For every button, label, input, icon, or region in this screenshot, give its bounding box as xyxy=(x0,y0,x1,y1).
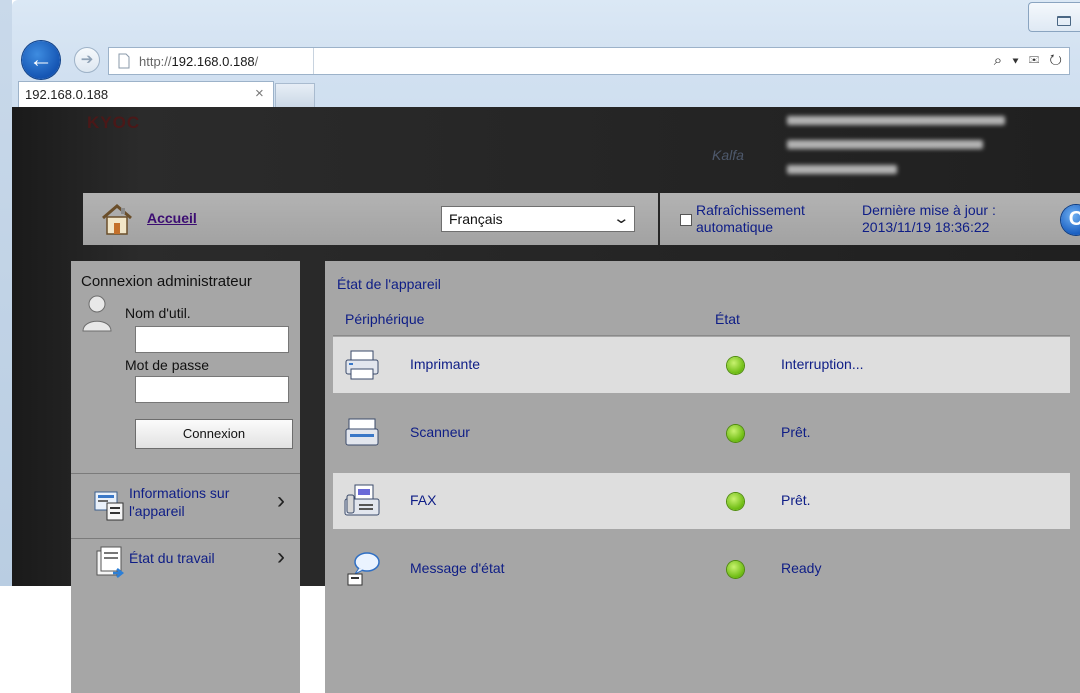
nav-device-info-line1: Informations sur xyxy=(129,485,230,501)
nav-job-status-label: État du travail xyxy=(129,550,215,566)
password-input[interactable] xyxy=(135,376,289,403)
tab-close-icon[interactable]: × xyxy=(255,85,264,102)
device-row-status-message: Message d'état Ready xyxy=(333,541,1070,597)
status-message-icon xyxy=(347,552,380,586)
restore-icon xyxy=(1057,16,1071,26)
home-link[interactable]: Accueil xyxy=(147,210,197,226)
auto-refresh-label: Rafraîchissement automatique xyxy=(696,202,805,236)
device-row-printer: Imprimante Interruption... xyxy=(333,337,1070,393)
device-name: Scanneur xyxy=(410,424,470,440)
status-indicator xyxy=(727,425,744,442)
scanner-icon xyxy=(345,418,379,446)
device-status: Interruption... xyxy=(781,356,864,372)
header-divider xyxy=(333,335,1070,336)
username-input[interactable] xyxy=(135,326,289,353)
job-status-icon xyxy=(96,546,125,578)
new-tab-button[interactable] xyxy=(275,83,315,107)
header-divider xyxy=(658,193,660,245)
nav-divider xyxy=(71,538,300,539)
column-header-device: Périphérique xyxy=(345,311,425,327)
nav-divider xyxy=(71,473,300,474)
address-bar[interactable]: http://192.168.0.188/ ⌕ ▾ ✉ ↻ xyxy=(108,47,1070,75)
language-select[interactable]: Français ⌄ xyxy=(441,206,635,232)
auto-refresh-label-line2: automatique xyxy=(696,219,774,235)
device-name: FAX xyxy=(410,492,437,508)
printer-icon xyxy=(345,350,379,380)
device-status: Prêt. xyxy=(781,492,811,508)
login-button[interactable]: Connexion xyxy=(135,419,293,449)
user-avatar-icon xyxy=(82,295,112,332)
header-bar: Accueil Français ⌄ Rafraîchissement auto… xyxy=(83,193,1080,245)
device-status-title: État de l'appareil xyxy=(337,276,441,292)
language-value: Français xyxy=(449,211,503,227)
chevron-down-icon: ⌄ xyxy=(612,210,631,227)
back-button[interactable]: ← xyxy=(22,41,60,79)
password-label: Mot de passe xyxy=(125,357,210,373)
restore-window-button[interactable] xyxy=(1028,2,1080,32)
auto-refresh-checkbox[interactable] xyxy=(680,214,692,226)
auto-refresh-label-line1: Rafraîchissement xyxy=(696,202,805,218)
desktop-background xyxy=(0,0,12,586)
username-label: Nom d'util. xyxy=(125,305,191,321)
tab-title: 192.168.0.188 xyxy=(25,87,109,102)
nav-job-status[interactable]: État du travail › xyxy=(71,541,300,601)
column-header-state: État xyxy=(715,311,740,327)
device-row-fax: FAX Prêt. xyxy=(333,473,1070,529)
admin-login-title: Connexion administrateur xyxy=(81,273,252,290)
status-indicator xyxy=(727,493,744,510)
status-indicator xyxy=(727,561,744,578)
page-icon xyxy=(118,53,130,69)
device-info-icon xyxy=(94,491,124,521)
status-indicator xyxy=(727,357,744,374)
redacted-model-info xyxy=(787,116,1005,125)
redacted-location-info xyxy=(787,165,897,174)
last-update-label: Dernière mise à jour : xyxy=(862,202,996,218)
chevron-right-icon: › xyxy=(277,487,285,514)
nav-device-info-label: Informations sur l'appareil xyxy=(129,484,229,520)
home-icon[interactable] xyxy=(99,201,135,237)
address-divider xyxy=(313,48,314,74)
last-update: Dernière mise à jour : 2013/11/19 18:36:… xyxy=(862,202,996,236)
device-name: Message d'état xyxy=(410,560,505,576)
device-status: Prêt. xyxy=(781,424,811,440)
last-update-value: 2013/11/19 18:36:22 xyxy=(862,219,990,235)
address-tools[interactable]: ⌕ ▾ ✉ ↻ xyxy=(994,52,1065,69)
model-logo: Kalfa xyxy=(712,147,744,163)
device-row-scanner: Scanneur Prêt. xyxy=(333,405,1070,461)
device-status: Ready xyxy=(781,560,822,576)
refresh-icon: C xyxy=(1068,208,1080,230)
back-arrow-icon: ← xyxy=(29,46,53,73)
forward-button[interactable]: ➔ xyxy=(74,47,100,73)
browser-tab[interactable]: 192.168.0.188 × xyxy=(18,81,274,107)
brand-logo: KYOC xyxy=(87,113,141,132)
forward-arrow-icon: ➔ xyxy=(80,51,94,68)
chevron-right-icon: › xyxy=(277,543,285,570)
nav-device-info-line2: l'appareil xyxy=(129,503,185,519)
device-status-panel: État de l'appareil Périphérique État Imp… xyxy=(325,261,1080,693)
redacted-host-info xyxy=(787,140,983,149)
left-panel: Connexion administrateur Nom d'util. Mot… xyxy=(71,261,300,693)
device-name: Imprimante xyxy=(410,356,481,372)
fax-icon xyxy=(344,484,380,516)
nav-device-info[interactable]: Informations sur l'appareil › xyxy=(71,477,300,537)
url-text[interactable]: http://192.168.0.188/ xyxy=(139,54,258,69)
refresh-button[interactable]: C xyxy=(1061,205,1080,235)
